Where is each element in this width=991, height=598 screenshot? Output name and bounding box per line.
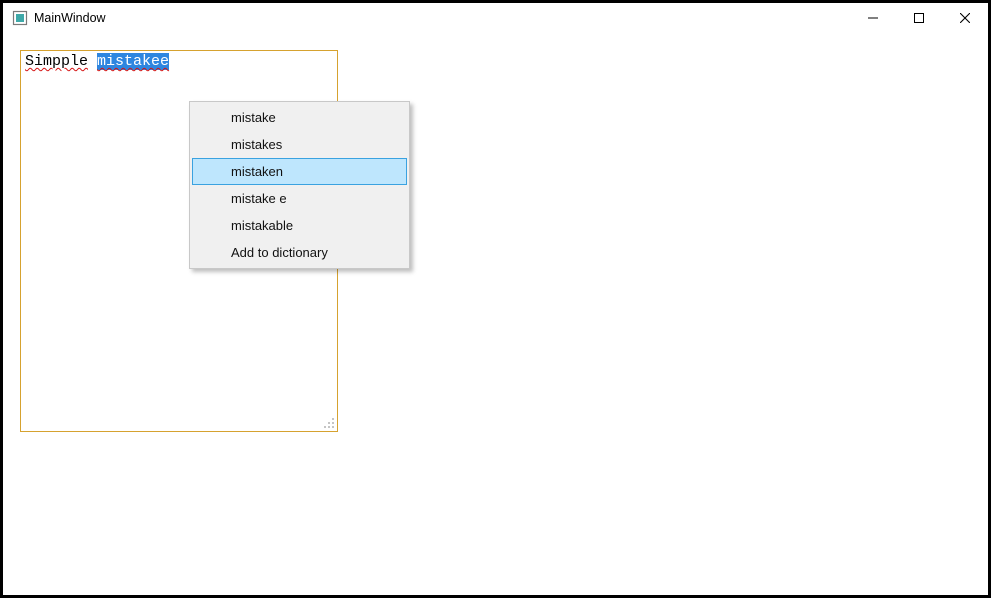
add-to-dictionary-item[interactable]: Add to dictionary: [192, 239, 407, 266]
client-area: Simpple mistakee mistake mistakes mistak…: [11, 34, 980, 587]
minimize-button[interactable]: [850, 3, 896, 33]
app-icon: [12, 10, 28, 26]
window-controls: [850, 3, 988, 33]
suggestion-item-1[interactable]: mistakes: [192, 131, 407, 158]
misspelled-word[interactable]: Simpple: [25, 53, 88, 70]
resize-grip-icon[interactable]: [323, 417, 335, 429]
suggestion-item-4[interactable]: mistakable: [192, 212, 407, 239]
menu-item-label: mistake e: [231, 191, 287, 206]
misspelled-word-selected[interactable]: mistakee: [97, 53, 169, 70]
space: [88, 53, 97, 70]
window-title: MainWindow: [34, 11, 106, 25]
menu-item-label: Add to dictionary: [231, 245, 328, 260]
menu-item-label: mistaken: [231, 164, 283, 179]
close-button[interactable]: [942, 3, 988, 33]
main-window: MainWindow Simpple mistakee: [3, 3, 988, 595]
titlebar[interactable]: MainWindow: [3, 3, 988, 34]
suggestion-item-3[interactable]: mistake e: [192, 185, 407, 212]
suggestion-item-0[interactable]: mistake: [192, 104, 407, 131]
menu-item-label: mistakes: [231, 137, 282, 152]
menu-item-label: mistakable: [231, 218, 293, 233]
spellcheck-context-menu: mistake mistakes mistaken mistake e mist…: [189, 101, 410, 269]
suggestion-item-2[interactable]: mistaken: [192, 158, 407, 185]
menu-item-label: mistake: [231, 110, 276, 125]
maximize-button[interactable]: [896, 3, 942, 33]
